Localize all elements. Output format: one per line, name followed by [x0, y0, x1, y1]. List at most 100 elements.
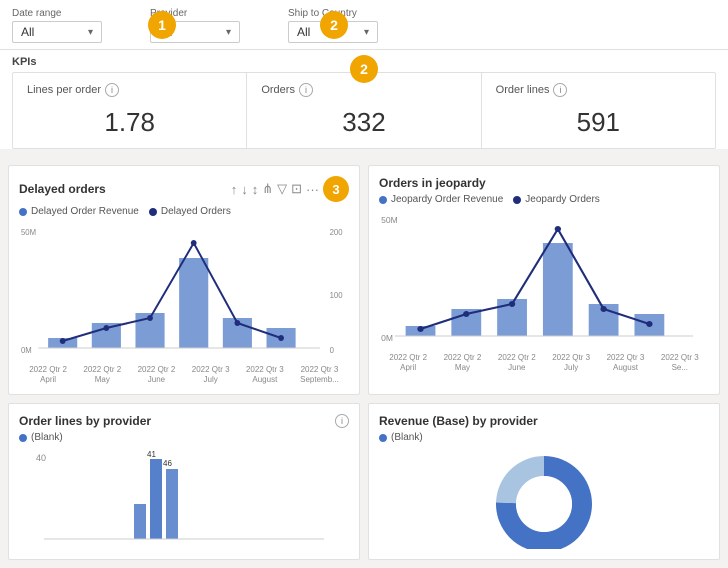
- svg-text:40: 40: [36, 453, 46, 463]
- kpi-card-lines-per-order: Lines per order i 1.78: [13, 73, 247, 148]
- ship-to-country-value: All: [297, 25, 310, 39]
- legend-label-orders: Delayed Orders: [161, 206, 231, 217]
- delayed-orders-svg: 50M 0M 200 100 0: [19, 223, 349, 363]
- delayed-orders-x-labels: 2022 Qtr 2April 2022 Qtr 2May 2022 Qtr 2…: [19, 365, 349, 384]
- sort-az-icon[interactable]: ↕: [252, 182, 259, 197]
- jeopardy-orders-title: Orders in jeopardy: [379, 176, 486, 190]
- kpi-title-lines-per-order: Lines per order: [27, 84, 101, 96]
- chevron-down-icon: ▾: [226, 27, 231, 38]
- legend-jeopardy-orders: Jeopardy Orders: [513, 194, 599, 205]
- revenue-provider-title: Revenue (Base) by provider: [379, 414, 538, 428]
- x-label-j-april: 2022 Qtr 2April: [389, 353, 427, 372]
- legend-dot-revenue-blank: [379, 434, 387, 442]
- jeopardy-x-labels: 2022 Qtr 2April 2022 Qtr 2May 2022 Qtr 2…: [379, 353, 709, 372]
- svg-text:0M: 0M: [21, 346, 32, 355]
- x-label-j-sep: 2022 Qtr 3Se...: [661, 353, 699, 372]
- chevron-down-icon: ▾: [88, 27, 93, 38]
- legend-dot-jeopardy-orders: [513, 196, 521, 204]
- order-lines-provider-svg: 40 41 46: [19, 449, 349, 549]
- revenue-provider-panel: Revenue (Base) by provider (Blank): [368, 403, 720, 560]
- jeopardy-orders-legend: Jeopardy Order Revenue Jeopardy Orders: [379, 194, 709, 205]
- delayed-orders-chart: 50M 0M 200 100 0: [19, 223, 349, 363]
- kpi-value-lines-per-order: 1.78: [27, 107, 232, 138]
- x-label-august: 2022 Qtr 3August: [246, 365, 284, 384]
- date-range-filter: Date range All ▾: [12, 8, 102, 43]
- revenue-provider-svg: [484, 449, 604, 549]
- kpi-cards: Lines per order i 1.78 2 Orders i 332 Or…: [12, 72, 716, 149]
- order-lines-provider-legend: (Blank): [19, 432, 349, 443]
- info-icon[interactable]: i: [105, 83, 119, 97]
- delayed-orders-header: Delayed orders ↑ ↓ ↕ ⋔ ▽ ⊡ ··· 3: [19, 176, 349, 202]
- x-label-j-july: 2022 Qtr 3July: [552, 353, 590, 372]
- chart-toolbar: ↑ ↓ ↕ ⋔ ▽ ⊡ ··· 3: [231, 176, 349, 202]
- order-lines-provider-panel: Order lines by provider i (Blank) 40 41 …: [8, 403, 360, 560]
- x-label-april: 2022 Qtr 2April: [29, 365, 67, 384]
- delayed-orders-legend: Delayed Order Revenue Delayed Orders: [19, 206, 349, 217]
- svg-text:200: 200: [330, 228, 344, 237]
- legend-label-jeopardy-orders: Jeopardy Orders: [525, 194, 599, 205]
- x-label-may: 2022 Qtr 2May: [83, 365, 121, 384]
- date-range-value: All: [21, 25, 34, 39]
- legend-jeopardy-revenue: Jeopardy Order Revenue: [379, 194, 503, 205]
- jeopardy-orders-header: Orders in jeopardy: [379, 176, 709, 190]
- x-label-july: 2022 Qtr 3July: [192, 365, 230, 384]
- charts-row-1: Delayed orders ↑ ↓ ↕ ⋔ ▽ ⊡ ··· 3 Delayed…: [0, 157, 728, 403]
- jeopardy-orders-svg: 50M 0M: [379, 211, 709, 351]
- legend-dot-revenue: [19, 208, 27, 216]
- legend-dot-jeopardy-revenue: [379, 196, 387, 204]
- filter-icon[interactable]: ▽: [277, 181, 287, 197]
- charts-row-2: Order lines by provider i (Blank) 40 41 …: [0, 403, 728, 568]
- svg-text:41: 41: [147, 450, 156, 459]
- x-label-june: 2022 Qtr 2June: [138, 365, 176, 384]
- jeopardy-orders-chart: 50M 0M: [379, 211, 709, 351]
- badge-3: 3: [323, 176, 349, 202]
- info-icon-order-lines-provider[interactable]: i: [335, 414, 349, 428]
- svg-text:50M: 50M: [381, 216, 398, 225]
- revenue-provider-chart: [379, 449, 709, 549]
- legend-dot-blank: [19, 434, 27, 442]
- kpis-section: KPIs Lines per order i 1.78 2 Orders i 3…: [0, 50, 728, 149]
- legend-label-revenue-blank: (Blank): [391, 432, 423, 443]
- svg-text:0M: 0M: [381, 334, 393, 343]
- svg-text:46: 46: [163, 459, 172, 468]
- date-range-select[interactable]: All ▾: [12, 21, 102, 43]
- jeopardy-orders-panel: Orders in jeopardy Jeopardy Order Revenu…: [368, 165, 720, 395]
- legend-dot-orders: [149, 208, 157, 216]
- kpi-card-orders: 2 Orders i 332: [247, 73, 481, 148]
- order-lines-provider-chart: 40 41 46: [19, 449, 349, 549]
- x-label-j-august: 2022 Qtr 3August: [607, 353, 645, 372]
- date-range-label: Date range: [12, 8, 102, 19]
- kpi-title-orders: Orders: [261, 84, 295, 96]
- more-icon[interactable]: ···: [306, 182, 319, 197]
- sort-asc-icon[interactable]: ↑: [231, 182, 238, 197]
- x-label-september: 2022 Qtr 3Septemb...: [300, 365, 339, 384]
- info-icon-order-lines[interactable]: i: [553, 83, 567, 97]
- kpi-value-order-lines: 591: [496, 107, 701, 138]
- legend-label-jeopardy-revenue: Jeopardy Order Revenue: [391, 194, 503, 205]
- revenue-provider-header: Revenue (Base) by provider: [379, 414, 709, 428]
- hierarchy-icon[interactable]: ⋔: [262, 181, 273, 197]
- svg-text:50M: 50M: [21, 228, 36, 237]
- legend-label-blank: (Blank): [31, 432, 63, 443]
- order-lines-provider-title: Order lines by provider: [19, 414, 151, 428]
- x-label-j-june: 2022 Qtr 2June: [498, 353, 536, 372]
- revenue-provider-legend: (Blank): [379, 432, 709, 443]
- kpi-title-order-lines: Order lines: [496, 84, 550, 96]
- kpi-value-orders: 332: [261, 107, 466, 138]
- legend-delayed-revenue: Delayed Order Revenue: [19, 206, 139, 217]
- sort-desc-icon[interactable]: ↓: [241, 182, 248, 197]
- delayed-orders-title: Delayed orders: [19, 182, 106, 196]
- x-label-j-may: 2022 Qtr 2May: [444, 353, 482, 372]
- expand-icon[interactable]: ⊡: [291, 181, 302, 197]
- svg-text:100: 100: [330, 291, 344, 300]
- badge-2: 2: [320, 11, 348, 39]
- badge-kpi-2: 2: [350, 55, 378, 83]
- badge-1: 1: [148, 11, 176, 39]
- legend-revenue-blank: (Blank): [379, 432, 423, 443]
- svg-text:0: 0: [330, 346, 335, 355]
- legend-blank: (Blank): [19, 432, 63, 443]
- chevron-down-icon: ▾: [364, 27, 369, 38]
- kpi-card-order-lines: Order lines i 591: [482, 73, 715, 148]
- delayed-orders-panel: Delayed orders ↑ ↓ ↕ ⋔ ▽ ⊡ ··· 3 Delayed…: [8, 165, 360, 395]
- info-icon-orders[interactable]: i: [299, 83, 313, 97]
